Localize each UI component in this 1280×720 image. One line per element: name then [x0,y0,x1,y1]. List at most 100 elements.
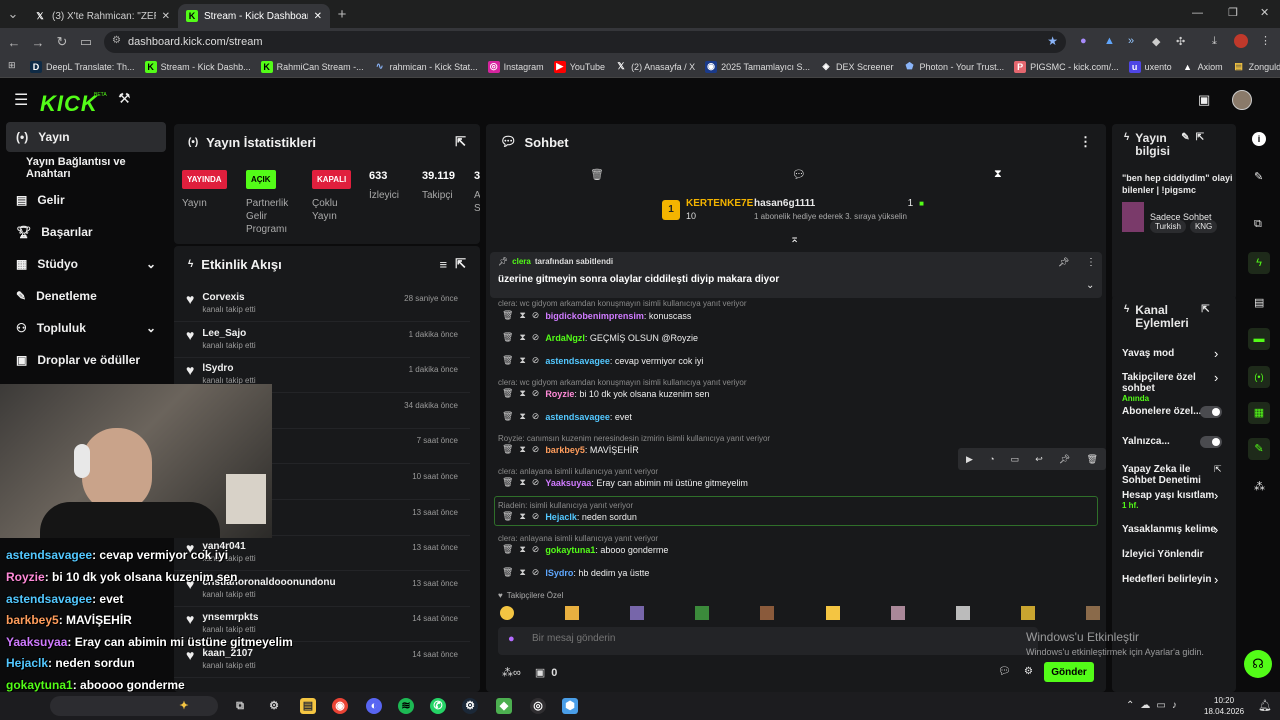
reply-context[interactable]: clera: anlayana isimli kullanıcıya yanıt… [498,534,658,543]
chat-tab-icon[interactable]: 💬︎ [792,168,806,181]
apps-grid-icon[interactable]: ⊞ [8,60,16,71]
emote[interactable] [890,606,905,620]
channel-action-item[interactable]: Hesap yaşı kısıtlam 1 hf. [1122,490,1222,510]
bookmark-deepl[interactable]: D DeepL Translate: Th... [30,60,135,73]
delete-icon[interactable]: 🗑︎ [502,444,513,455]
split-view-icon[interactable]: ▭ [74,34,98,50]
tag[interactable]: KNG [1189,220,1218,233]
bookmark-rahmican-stream[interactable]: K RahmiCan Stream -... [260,60,364,73]
notification-bell-icon[interactable]: 🔔︎ [1258,699,1272,712]
spotify-icon[interactable]: ≋ [398,698,414,714]
chevron-right-icon[interactable]: › [1214,522,1218,537]
support-headset-icon[interactable]: ☊ [1244,650,1272,678]
ban-icon[interactable]: ⊘ [532,411,540,422]
popout-icon[interactable]: ⇱ [1214,464,1222,475]
message-input[interactable] [532,633,1012,644]
hourglass-tab-icon[interactable]: ⧗ [994,168,1002,181]
profile-avatar[interactable] [1234,34,1248,48]
camera-icon[interactable]: ⧉ [1254,218,1262,231]
reply-context[interactable]: clera: wc gidyom arkamdan konuşmayın isi… [498,299,747,308]
document-icon[interactable]: ▤ [1254,296,1264,309]
edit-icon[interactable]: ✎ [1181,132,1189,158]
popout-icon[interactable]: ⇱ [455,134,466,150]
chrome-icon[interactable]: ◉ [332,698,348,714]
extensions-puzzle-icon[interactable]: ✣ [1176,35,1185,48]
chat-message[interactable]: 🗑︎ ⧗ ⊘ Royzie: bi 10 dk yok olsana kuzenim … [502,388,709,399]
obs-icon[interactable]: ◎ [530,698,546,714]
chat-message[interactable]: 🗑︎ ⧗ ⊘ barkbey5: MAVİŞEHİR [502,444,639,455]
hamburger-menu-icon[interactable]: ☰ [14,90,28,110]
channel-action-item[interactable]: Yavaş mod [1122,348,1222,359]
sidebar-item-yayin[interactable]: (•) Yayın [6,122,166,152]
delete-icon[interactable]: 🗑︎ [502,355,513,366]
maximize-icon[interactable]: ❐ [1228,6,1238,19]
extension-icon[interactable]: ● [1080,35,1087,47]
close-tab-icon[interactable]: ✕ [162,11,170,22]
chat-icon[interactable]: ▬ [1248,328,1270,350]
popout-icon[interactable]: ⇱ [455,256,466,272]
wrench-icon[interactable]: ✎ [1248,438,1270,460]
browser-menu-icon[interactable]: ⋮ [1260,34,1271,47]
task-view-icon[interactable]: ⧉ [232,698,248,714]
delete-icon[interactable]: 🗑︎ [1086,454,1097,465]
bookmark-star-icon[interactable]: ★ [1047,34,1058,48]
chat-message[interactable]: 🗑︎ ⧗ ⊘ bigdickobenimprensim: konuscass [502,310,691,321]
emote[interactable] [500,606,514,620]
emote[interactable] [695,606,710,620]
broadcast-icon[interactable]: (•) [1248,366,1270,388]
send-button[interactable]: Gönder [1044,662,1094,682]
emote[interactable] [630,606,645,620]
file-explorer-icon[interactable]: ▤ [300,698,316,714]
clock-time[interactable]: 10:20 [1214,696,1234,705]
filter-icon[interactable]: ≡ [440,257,448,272]
bookmark-dex-screener[interactable]: ◈ DEX Screener [820,61,894,73]
emote[interactable] [1020,606,1035,620]
chat-message[interactable]: 🗑︎ ⧗ ⊘ lSydro: hb dedim ya üstte [502,567,649,578]
chat-message[interactable]: 🗑︎ ⧗ ⊘ astendsavagee: cevap vermiyor cok iy… [502,355,703,366]
reply-context[interactable]: clera: anlayana isimli kullanıcıya yanıt… [498,467,658,476]
bookmark-kick-stats[interactable]: ∿ rahmican - Kick Stat... [374,61,478,73]
hourglass-icon[interactable]: ⧗ [519,310,525,321]
chat-message[interactable]: 🗑︎ ⧗ ⊘ ArdaNgzl: GEÇMİŞ OLSUN @Royzie [502,332,698,343]
bookmark-pigsmc[interactable]: P PIGSMC - kick.com/... [1014,60,1119,73]
lightning-icon[interactable]: ϟ [1248,252,1270,274]
whatsapp-icon[interactable]: ✆ [430,698,446,714]
ban-icon[interactable]: ⊘ [532,388,540,399]
hourglass-icon[interactable]: ⧗ [519,477,525,488]
tray-icons[interactable]: ⌃☁▭♪ [1126,700,1183,711]
taskbar-search[interactable] [50,696,218,716]
channel-action-item[interactable]: Yapay Zeka ile Sohbet Denetimi [1122,464,1222,486]
chevron-right-icon[interactable]: › [1214,370,1218,385]
channel-action-item[interactable]: İzleyici Yönlendir [1122,549,1222,560]
pin-icon[interactable]: 📌︎ [1059,454,1070,465]
emote[interactable] [825,606,840,620]
address-bar[interactable]: ⚙ dashboard.kick.com/stream ★ [104,31,1066,53]
delete-icon[interactable]: 🗑︎ [502,332,513,343]
steam-icon[interactable]: ⚙ [462,698,478,714]
download-icon[interactable]: ⤓ [1212,35,1217,48]
grid-icon[interactable]: ▦ [1248,402,1270,424]
kick-logo[interactable]: KICK [40,91,98,117]
chat-username[interactable]: gokaytuna1 [545,545,595,555]
bookmark-kick-dashboard[interactable]: K Stream - Kick Dashb... [144,60,251,73]
activity-row[interactable]: ♥ Corvexis kanalı takip etti 28 saniye önce [174,286,470,322]
close-tab-icon[interactable]: ✕ [314,11,322,22]
hourglass-icon[interactable]: ⧗ [519,332,525,343]
close-window-icon[interactable]: ✕ [1260,6,1269,19]
reload-icon[interactable]: ↻ [50,34,74,50]
emote-picker-icon[interactable]: 💬︎ [998,666,1011,677]
chat-message[interactable]: 🗑︎ ⧗ ⊘ gokaytuna1: abooo gonderme [502,544,668,555]
wallet-icon[interactable]: ▣ [1198,92,1210,108]
bookmark-x[interactable]: 𝕏 (2) Anasayfa / X [615,61,695,73]
sidebar-item-stream-key[interactable]: Yayın Bağlantısı ve Anahtarı [0,152,172,184]
toggle-switch[interactable] [1200,406,1222,418]
forward-icon[interactable]: → [26,35,50,50]
channel-points[interactable]: ⁂∞ ▣ 0 [502,666,557,680]
app-icon[interactable]: ⬢ [562,698,578,714]
more-options-icon[interactable]: ⋮ [1086,257,1096,268]
clock-date[interactable]: 18.04.2026 [1204,707,1244,716]
channel-action-item[interactable]: Takipçilere özel sohbet Anında [1122,372,1222,403]
tag[interactable]: Turkish [1150,220,1186,233]
hourglass-icon[interactable]: ⧗ [519,411,525,422]
popout-icon[interactable]: ⇱ [1201,304,1209,330]
